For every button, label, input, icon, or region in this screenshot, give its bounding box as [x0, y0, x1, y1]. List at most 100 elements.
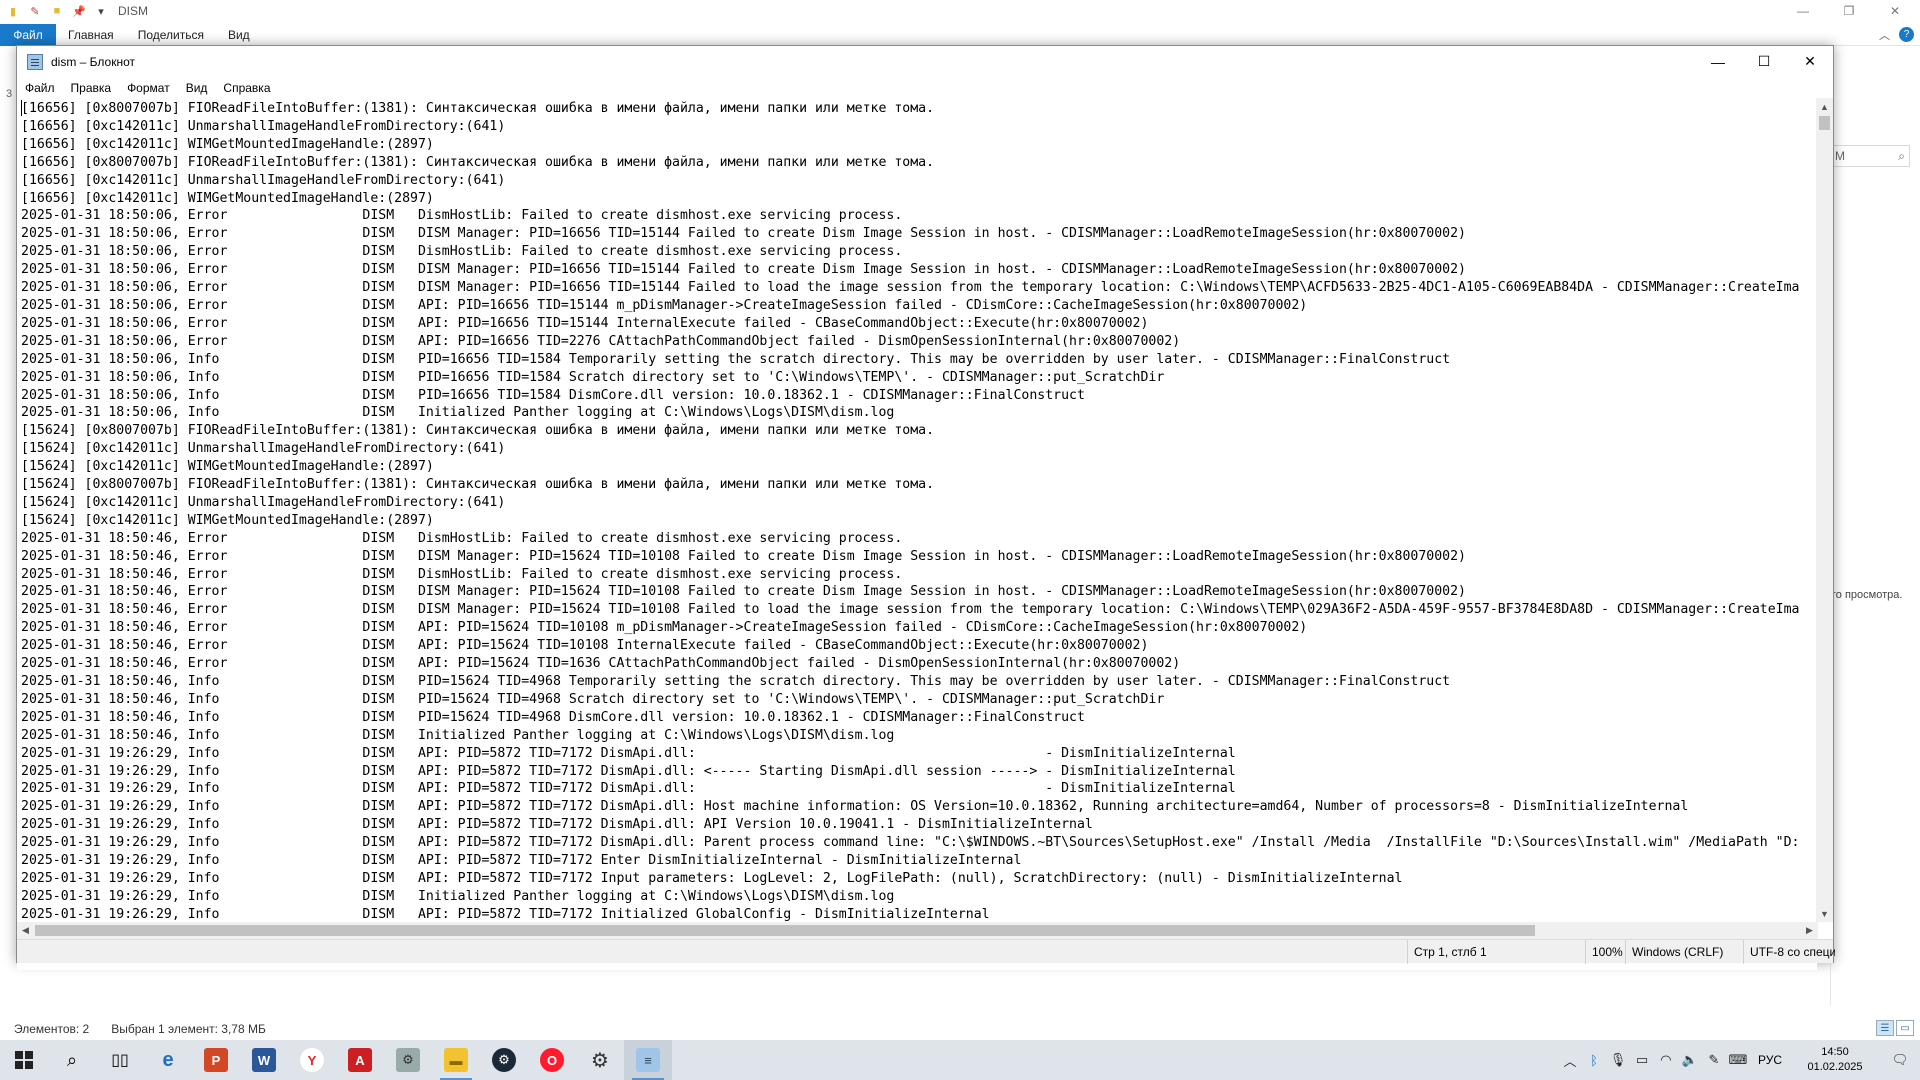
maximize-button[interactable]: ☐	[1741, 46, 1787, 77]
text-line: 2025-01-31 18:50:06, Error DISM API: PID…	[21, 333, 1181, 349]
battery-icon[interactable]: ▭	[1630, 1040, 1654, 1080]
pen-icon[interactable]: ✎	[1702, 1040, 1726, 1080]
explorer-close-button[interactable]: ✕	[1872, 0, 1918, 22]
minimize-button[interactable]: —	[1695, 46, 1741, 77]
notepad-icon: ≡	[636, 1048, 660, 1072]
explorer-titlebar: ▮ ✎ ■ 📌 ▾ DISM — ❐ ✕	[0, 0, 1920, 22]
horizontal-scrollbar[interactable]: ◀ ▶	[17, 922, 1818, 939]
clock[interactable]: 14:50 01.02.2025	[1790, 1045, 1880, 1075]
text-line: 2025-01-31 18:50:06, Info DISM Initializ…	[21, 405, 895, 421]
notepad-title: dism – Блокнот	[51, 54, 136, 69]
details-view-icon[interactable]: ☰	[1876, 1020, 1894, 1036]
menu-file[interactable]: Файл	[17, 81, 63, 95]
menu-format[interactable]: Формат	[119, 81, 178, 95]
explorer-maximize-button[interactable]: ❐	[1826, 0, 1872, 22]
ribbon-tab-home[interactable]: Главная	[56, 24, 126, 46]
ribbon-expand-icon[interactable]: ︿	[1879, 27, 1890, 43]
text-caret	[21, 100, 22, 116]
clock-time: 14:50	[1821, 1046, 1849, 1058]
menu-help[interactable]: Справка	[215, 81, 278, 95]
text-line: [15624] [0x8007007b] FIOReadFileIntoBuff…	[21, 423, 935, 439]
word-icon: W	[252, 1048, 276, 1072]
text-line: 2025-01-31 18:50:46, Info DISM Initializ…	[21, 727, 895, 743]
taskbar-file-explorer[interactable]: ▬	[432, 1040, 480, 1080]
scroll-left-icon[interactable]: ◀	[17, 922, 34, 939]
ribbon-tab-share[interactable]: Поделиться	[126, 24, 216, 46]
volume-icon[interactable]: 🔈	[1678, 1040, 1702, 1080]
taskbar-powerpoint[interactable]: P	[192, 1040, 240, 1080]
ribbon-tab-view[interactable]: Вид	[216, 24, 262, 46]
explorer-ribbon-tabs: Файл Главная Поделиться Вид ︿ ?	[0, 23, 1920, 46]
customize-arrow-icon[interactable]: ▾	[92, 2, 110, 20]
taskbar-steam[interactable]: ⚙	[480, 1040, 528, 1080]
explorer-status-bar: Элементов: 2 Выбран 1 элемент: 3,78 МБ	[0, 1018, 1920, 1040]
powerpoint-icon: P	[204, 1048, 228, 1072]
text-line: 2025-01-31 18:50:46, Info DISM PID=15624…	[21, 691, 1165, 707]
text-line: 2025-01-31 18:50:06, Error DISM DISM Man…	[21, 280, 1800, 296]
show-hidden-icons-chevron-icon[interactable]: ︿	[1558, 1040, 1582, 1080]
scroll-right-icon[interactable]: ▶	[1801, 922, 1818, 939]
text-line: 2025-01-31 18:50:46, Error DISM DISM Man…	[21, 584, 1466, 600]
input-language[interactable]: РУС	[1750, 1053, 1790, 1067]
task-view-button[interactable]: ▯▯	[96, 1040, 144, 1080]
scroll-up-icon[interactable]: ▲	[1816, 98, 1833, 115]
taskbar-notepad[interactable]: ≡	[624, 1040, 672, 1080]
text-editor-area[interactable]: [16656] [0x8007007b] FIOReadFileIntoBuff…	[17, 98, 1817, 970]
taskbar-settings[interactable]: ⚙	[576, 1040, 624, 1080]
text-line: 2025-01-31 18:50:06, Error DISM API: PID…	[21, 315, 1149, 331]
text-line: [16656] [0x8007007b] FIOReadFileIntoBuff…	[21, 101, 935, 116]
text-line: [15624] [0x8007007b] FIOReadFileIntoBuff…	[21, 477, 935, 493]
view-toggle: ☰ ▭	[1876, 1020, 1914, 1036]
pin-icon[interactable]: 📌	[70, 2, 88, 20]
text-line: [15624] [0xc142011c] WIMGetMountedImageH…	[21, 459, 434, 475]
new-folder-icon[interactable]: ■	[48, 2, 66, 20]
navigation-pane-fragment: 3	[6, 88, 13, 100]
text-line: 2025-01-31 18:50:06, Error DISM DismHost…	[21, 208, 903, 224]
taskbar-app[interactable]: ⚙	[384, 1040, 432, 1080]
search-button[interactable]: ⌕	[48, 1040, 96, 1080]
bluetooth-icon[interactable]: ᛒ	[1582, 1040, 1606, 1080]
large-icons-view-icon[interactable]: ▭	[1896, 1020, 1914, 1036]
text-line: 2025-01-31 18:50:06, Info DISM PID=16656…	[21, 351, 1451, 367]
explorer-minimize-button[interactable]: —	[1780, 0, 1826, 22]
taskbar-opera[interactable]: O	[528, 1040, 576, 1080]
text-line: 2025-01-31 18:50:06, Error DISM DismHost…	[21, 244, 903, 260]
text-line: 2025-01-31 18:50:46, Error DISM DismHost…	[21, 566, 903, 582]
text-line: 2025-01-31 19:26:29, Info DISM API: PID=…	[21, 781, 1236, 797]
help-icon[interactable]: ?	[1899, 27, 1914, 42]
text-line: [15624] [0xc142011c] WIMGetMountedImageH…	[21, 512, 434, 528]
explorer-search-box[interactable]: M ⌕	[1830, 145, 1910, 167]
scroll-down-icon[interactable]: ▼	[1816, 905, 1833, 922]
text-line: 2025-01-31 18:50:06, Info DISM PID=16656…	[21, 369, 1165, 385]
selection-info: Выбран 1 элемент: 3,78 МБ	[111, 1022, 266, 1036]
notepad-menubar: Файл Правка Формат Вид Справка	[17, 78, 279, 98]
start-button[interactable]	[0, 1040, 48, 1080]
taskbar-yandex[interactable]: Y	[288, 1040, 336, 1080]
acrobat-icon: A	[348, 1048, 372, 1072]
text-line: 2025-01-31 18:50:46, Error DISM API: PID…	[21, 638, 1149, 654]
text-line: 2025-01-31 18:50:46, Info DISM PID=15624…	[21, 709, 1085, 725]
ribbon-tab-file[interactable]: Файл	[0, 23, 56, 46]
taskbar-acrobat[interactable]: A	[336, 1040, 384, 1080]
text-line: 2025-01-31 18:50:06, Info DISM PID=16656…	[21, 387, 1085, 403]
file-explorer-icon: ▬	[444, 1048, 468, 1072]
keyboard-icon[interactable]: ⌨	[1726, 1040, 1750, 1080]
text-line: 2025-01-31 18:50:06, Error DISM DISM Man…	[21, 262, 1466, 278]
taskbar-word[interactable]: W	[240, 1040, 288, 1080]
steam-icon: ⚙	[492, 1048, 516, 1072]
menu-view[interactable]: Вид	[178, 81, 216, 95]
vertical-scrollbar[interactable]: ▲ ▼	[1816, 98, 1833, 922]
microphone-icon[interactable]: 🎙	[1606, 1040, 1630, 1080]
text-line: [16656] [0xc142011c] WIMGetMountedImageH…	[21, 190, 434, 206]
taskbar-edge[interactable]: e	[144, 1040, 192, 1080]
wifi-icon[interactable]: ◠	[1654, 1040, 1678, 1080]
notifications-icon[interactable]: 🗨	[1880, 1040, 1920, 1080]
vertical-scroll-thumb[interactable]	[1819, 116, 1830, 130]
close-button[interactable]: ✕	[1787, 46, 1833, 77]
cursor-position: Стр 1, стлб 1	[1407, 940, 1585, 964]
menu-edit[interactable]: Правка	[63, 81, 120, 95]
horizontal-scroll-thumb[interactable]	[35, 925, 1535, 936]
properties-icon[interactable]: ✎	[26, 2, 44, 20]
settings-gear-icon: ⚙	[591, 1049, 609, 1072]
search-icon: ⌕	[66, 1049, 78, 1070]
